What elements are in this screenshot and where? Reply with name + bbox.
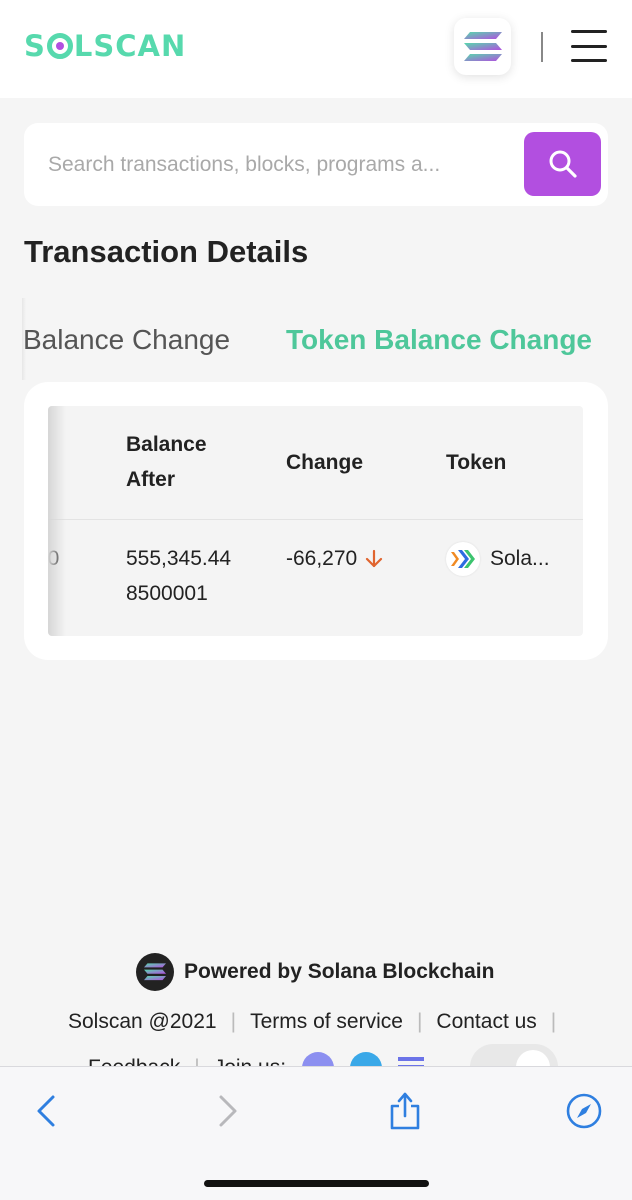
detail-tabs: Balance Change Token Balance Change — [0, 296, 632, 382]
home-indicator — [204, 1180, 429, 1187]
footer-link-copyright[interactable]: Solscan @2021 — [68, 1010, 217, 1034]
column-header-change: Change — [286, 451, 364, 474]
tab-token-balance-change[interactable]: Token Balance Change — [286, 320, 592, 360]
solscan-logo[interactable]: S LSCAN — [24, 26, 186, 66]
powered-by[interactable]: Powered by Solana Blockchain — [136, 953, 494, 991]
solana-logo-icon — [136, 953, 174, 991]
header-divider — [541, 32, 543, 62]
logo-text-end: LSCAN — [73, 29, 187, 63]
column-header-token: Token — [446, 451, 507, 474]
table-header-row: Balance After Change Token — [48, 406, 583, 520]
token-balance-table[interactable]: Balance After Change Token 401 555,345.4… — [48, 406, 583, 636]
footer-separator: | — [550, 1010, 557, 1033]
search-input[interactable] — [48, 147, 468, 183]
search-icon — [549, 150, 577, 178]
footer-links: Solscan @2021 | Terms of service | Conta… — [68, 1010, 570, 1034]
chevron-right-icon — [219, 1095, 237, 1127]
footer-separator: | — [230, 1010, 237, 1033]
change-cell: -66,270 — [286, 541, 383, 576]
solana-icon — [463, 31, 502, 61]
search-button[interactable] — [524, 132, 601, 196]
back-button[interactable] — [24, 1089, 68, 1133]
token-balance-card: Balance After Change Token 401 555,345.4… — [24, 382, 608, 660]
share-icon — [390, 1092, 420, 1130]
change-value: -66,270 — [286, 547, 358, 570]
column-header-balance-after: Balance After — [126, 433, 207, 491]
chevron-left-icon — [37, 1095, 55, 1127]
token-logo-icon — [446, 541, 480, 576]
footer-separator: | — [416, 1010, 423, 1033]
menu-icon[interactable] — [571, 30, 607, 62]
logo-o-icon — [46, 33, 73, 59]
page-title: Transaction Details — [24, 234, 309, 269]
solana-network-button[interactable] — [454, 18, 511, 75]
safari-compass-button[interactable] — [562, 1089, 606, 1133]
forward-button[interactable] — [206, 1089, 250, 1133]
arrow-down-icon — [366, 549, 383, 567]
tab-balance-change[interactable]: Balance Change — [23, 320, 230, 360]
compass-icon — [566, 1093, 602, 1129]
logo-text-start: S — [24, 29, 46, 63]
browser-toolbar — [0, 1066, 632, 1200]
balance-after-cell: 555,345.448500001 — [126, 547, 232, 605]
share-button[interactable] — [383, 1089, 427, 1133]
token-cell[interactable]: Sola... — [446, 541, 550, 576]
search-bar — [24, 123, 608, 206]
footer-link-terms[interactable]: Terms of service — [250, 1010, 403, 1034]
app-header: S LSCAN — [0, 0, 632, 98]
table-scroll-shadow — [48, 406, 66, 636]
footer-link-contact[interactable]: Contact us — [436, 1010, 536, 1034]
powered-by-text: Powered by Solana Blockchain — [184, 960, 495, 983]
token-name: Sola... — [490, 547, 550, 570]
